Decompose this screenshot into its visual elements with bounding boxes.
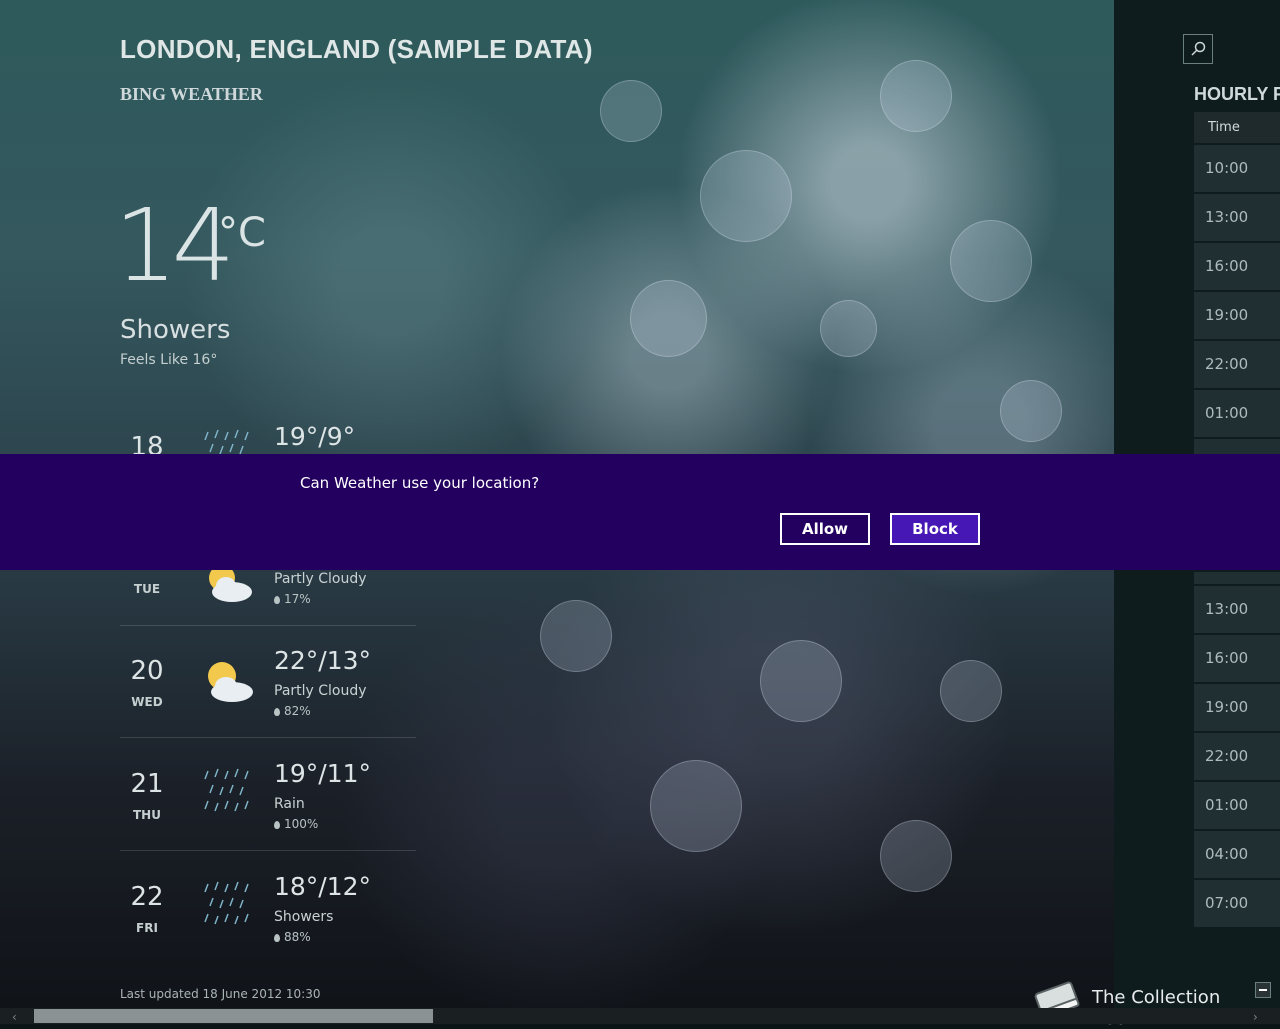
day-condition: Partly Cloudy xyxy=(274,683,367,699)
hourly-row[interactable]: 10:00 xyxy=(1194,145,1280,192)
day-name: FRI xyxy=(136,921,158,935)
raindrop-icon xyxy=(274,596,280,604)
hourly-row[interactable] xyxy=(1194,572,1280,584)
day-number: 21 xyxy=(130,769,164,799)
hourly-header-time: Time xyxy=(1194,112,1280,143)
day-name: THU xyxy=(133,808,161,822)
hourly-row[interactable]: 16:00 xyxy=(1194,243,1280,290)
hourly-row[interactable]: 13:00 xyxy=(1194,194,1280,241)
scroll-left-arrow-icon[interactable]: ‹ xyxy=(12,1010,17,1024)
hourly-row[interactable]: 19:00 xyxy=(1194,292,1280,339)
allow-button[interactable]: Allow xyxy=(780,513,870,545)
search-icon xyxy=(1191,41,1206,56)
day-condition: Partly Cloudy xyxy=(274,571,367,587)
current-condition: Showers xyxy=(120,315,231,345)
hourly-forecast-title: HOURLY FORECAST xyxy=(1194,84,1280,104)
hourly-row[interactable]: 22:00 xyxy=(1194,733,1280,780)
day-temperature: 22°/13° xyxy=(274,646,372,675)
day-precipitation: 82% xyxy=(274,704,311,718)
location-title: LONDON, ENGLAND (SAMPLE DATA) xyxy=(120,34,593,64)
hourly-row[interactable]: 22:00 xyxy=(1194,341,1280,388)
provider-name: BING WEATHER xyxy=(120,84,263,104)
raindrop-icon xyxy=(274,934,280,942)
temperature-unit[interactable]: °C xyxy=(218,210,266,256)
day-precipitation: 88% xyxy=(274,930,311,944)
day-precipitation: 100% xyxy=(274,817,318,831)
consent-question: Can Weather use your location? xyxy=(300,474,540,492)
scrollbar-thumb[interactable] xyxy=(34,1009,433,1023)
partly-cloudy-icon xyxy=(208,662,253,702)
forecast-day[interactable]: 20 WED 22°/13° Partly Cloudy 82% xyxy=(120,626,416,738)
day-temperature: 19°/11° xyxy=(274,759,372,788)
hourly-row[interactable]: 07:00 xyxy=(1194,880,1280,927)
hourly-table: Time 10:00 13:00 16:00 19:00 22:00 01:00… xyxy=(1194,112,1280,927)
forecast-day[interactable]: 22 FRI 18°/12° Showers 88% xyxy=(120,852,416,964)
hourly-row[interactable]: 19:00 xyxy=(1194,684,1280,731)
hourly-row[interactable]: 13:00 xyxy=(1194,586,1280,633)
raindrop-icon xyxy=(274,821,280,829)
rain-icon xyxy=(204,881,249,925)
feels-like: Feels Like 16° xyxy=(120,352,218,368)
last-updated: Last updated 18 June 2012 10:30 xyxy=(120,987,321,1001)
raindrop-icon xyxy=(274,708,280,716)
hourly-row[interactable]: 04:00 xyxy=(1194,831,1280,878)
forecast-day[interactable]: 21 THU 19°/11° Rain 100% xyxy=(120,739,416,851)
hourly-row[interactable]: 16:00 xyxy=(1194,635,1280,682)
block-button[interactable]: Block xyxy=(890,513,980,545)
hourly-row[interactable]: 01:00 xyxy=(1194,782,1280,829)
day-name: WED xyxy=(131,695,163,709)
day-condition: Showers xyxy=(274,909,334,925)
hourly-row[interactable]: 01:00 xyxy=(1194,390,1280,437)
day-precipitation: 17% xyxy=(274,592,311,606)
hourly-row[interactable] xyxy=(1194,439,1280,454)
day-name: TUE xyxy=(133,582,161,596)
rain-icon xyxy=(204,768,249,812)
day-condition: Rain xyxy=(274,796,305,812)
search-button[interactable] xyxy=(1183,34,1213,64)
day-temperature: 19°/9° xyxy=(274,422,356,451)
day-number: 20 xyxy=(130,656,164,686)
scroll-right-arrow-icon[interactable]: › xyxy=(1253,1010,1258,1024)
day-temperature: 18°/12° xyxy=(274,872,372,901)
day-number: 22 xyxy=(130,882,164,912)
current-temperature: 14 xyxy=(114,187,235,304)
location-consent-dialog: Can Weather use your location? Allow Blo… xyxy=(0,454,1280,570)
